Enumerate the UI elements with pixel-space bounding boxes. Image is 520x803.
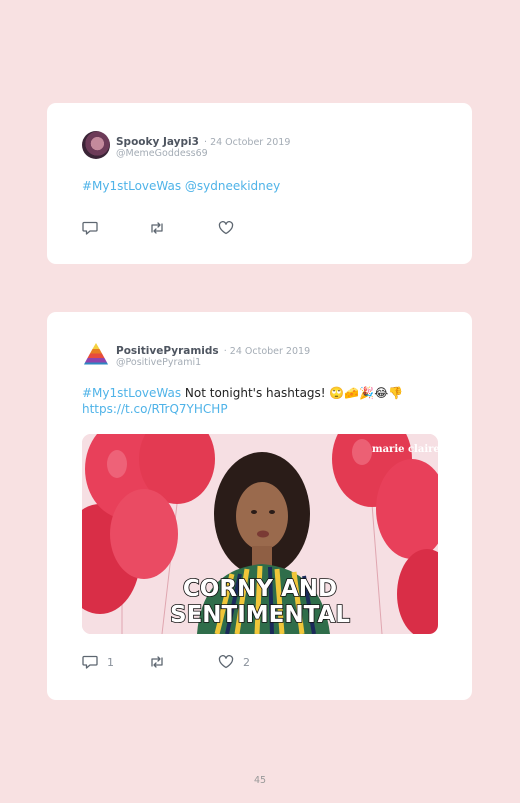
tweet-media-gif[interactable]: marie claire CORNY AND SENTIMENTAL (82, 434, 438, 634)
user-handle[interactable]: @PositivePyrami1 (116, 357, 310, 369)
like-button[interactable]: 2 (218, 655, 250, 669)
heart-icon (218, 655, 234, 669)
reply-icon (82, 221, 98, 235)
reply-icon (82, 655, 98, 669)
tweet-date: · 24 October 2019 (223, 346, 311, 357)
tweet-card: PositivePyramids · 24 October 2019 @Posi… (47, 312, 472, 700)
retweet-icon (151, 656, 163, 668)
gif-caption-line1: CORNY AND (183, 576, 337, 602)
tweet-author: Spooky Jaypi3 · 24 October 2019 @MemeGod… (116, 131, 290, 160)
gif-image: marie claire CORNY AND SENTIMENTAL (82, 434, 438, 634)
pyramid-logo-icon (84, 343, 108, 365)
user-handle[interactable]: @MemeGoddess69 (116, 148, 290, 160)
like-count: 2 (243, 655, 250, 669)
tweet-date: · 24 October 2019 (204, 137, 291, 148)
hashtag-link[interactable]: #My1stLoveWas (82, 386, 181, 400)
avatar[interactable] (82, 340, 110, 368)
tweet-header: PositivePyramids · 24 October 2019 @Posi… (82, 340, 310, 369)
reply-button[interactable]: 1 (82, 655, 114, 669)
tweet-text: #My1stLoveWas @sydneekidney (82, 178, 442, 194)
hashtag-mention-link[interactable]: #My1stLoveWas @sydneekidney (82, 179, 280, 193)
heart-icon (218, 221, 234, 235)
retweet-icon (151, 222, 163, 234)
tweet-card: Spooky Jaypi3 · 24 October 2019 @MemeGod… (47, 103, 472, 264)
tweet-author: PositivePyramids · 24 October 2019 @Posi… (116, 340, 310, 369)
retweet-button[interactable] (149, 221, 165, 235)
gif-watermark: marie claire (372, 444, 438, 455)
gif-caption-line2: SENTIMENTAL (170, 602, 350, 628)
reply-count: 1 (107, 655, 114, 669)
reply-button[interactable] (82, 221, 98, 235)
retweet-button[interactable] (149, 655, 165, 669)
tweet-text: #My1stLoveWas Not tonight's hashtags! 🙄🧀… (82, 385, 442, 417)
avatar[interactable] (82, 131, 110, 159)
tweet-actions: 1 2 (82, 655, 302, 671)
like-button[interactable] (218, 221, 234, 235)
tweet-body: Not tonight's hashtags! 🙄🧀🎉😂👎 (181, 386, 404, 400)
display-name[interactable]: PositivePyramids (116, 345, 219, 357)
tweet-header: Spooky Jaypi3 · 24 October 2019 @MemeGod… (82, 131, 290, 160)
display-name[interactable]: Spooky Jaypi3 (116, 136, 199, 148)
page-number: 45 (253, 775, 267, 786)
tweet-actions (82, 221, 302, 237)
tweet-url-link[interactable]: https://t.co/RTrQ7YHCHP (82, 402, 228, 416)
